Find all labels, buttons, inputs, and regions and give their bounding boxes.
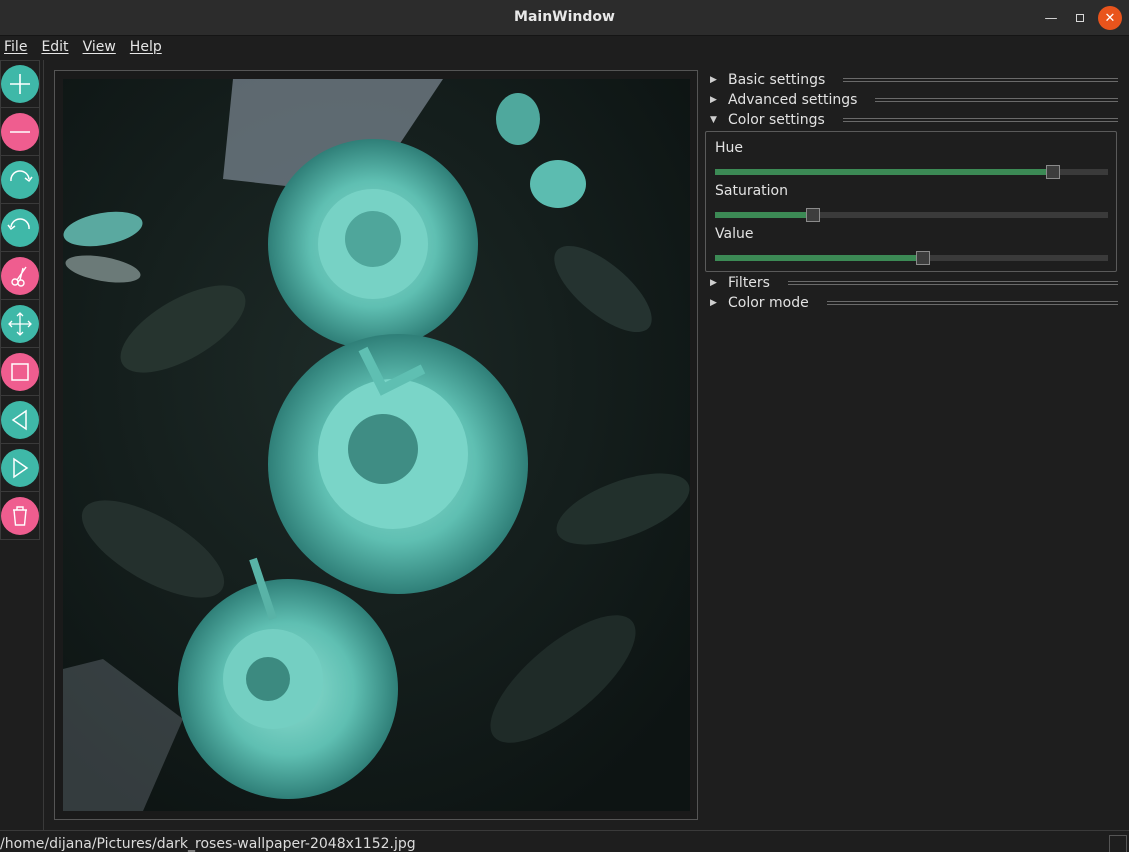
rotate-right-icon <box>1 160 39 199</box>
hue-slider-fill <box>715 169 1053 175</box>
value-slider[interactable] <box>715 251 1108 265</box>
color-settings-label: Color settings <box>728 112 825 128</box>
color-settings-group: Hue Saturation Value <box>705 131 1117 272</box>
triangle-left-icon <box>1 400 39 439</box>
saturation-label: Saturation <box>715 183 788 199</box>
title-bar: MainWindow — ✕ <box>0 0 1129 36</box>
square-icon <box>1 352 39 391</box>
rotate-left-button[interactable] <box>0 204 40 252</box>
maximize-icon <box>1076 14 1084 22</box>
collapsed-arrow-icon: ▶ <box>710 95 717 105</box>
menu-file[interactable]: File <box>4 39 27 55</box>
trash-icon <box>1 496 39 535</box>
value-label: Value <box>715 226 754 242</box>
file-path-status: /home/dijana/Pictures/dark_roses-wallpap… <box>0 836 416 852</box>
rotate-right-button[interactable] <box>0 156 40 204</box>
tool-bar <box>0 60 41 540</box>
maximize-button[interactable] <box>1068 6 1092 30</box>
saturation-slider[interactable] <box>715 208 1108 222</box>
advanced-settings-header[interactable]: ▶ Advanced settings <box>706 90 1118 110</box>
zoom-in-button[interactable] <box>0 60 40 108</box>
toolbar-divider <box>43 60 44 830</box>
triangle-right-icon <box>1 448 39 487</box>
section-divider <box>826 301 1118 305</box>
filters-label: Filters <box>728 275 770 291</box>
plus-icon <box>1 65 39 103</box>
scissors-icon <box>1 256 39 295</box>
section-divider <box>787 281 1118 285</box>
menu-help[interactable]: Help <box>130 39 162 55</box>
hue-slider[interactable] <box>715 165 1108 179</box>
color-mode-header[interactable]: ▶ Color mode <box>706 293 1118 313</box>
saturation-slider-fill <box>715 212 814 218</box>
section-divider <box>875 98 1118 102</box>
menu-view[interactable]: View <box>83 39 116 55</box>
expanded-arrow-icon: ▼ <box>710 115 717 125</box>
rose-image <box>63 79 690 811</box>
saturation-slider-handle[interactable] <box>806 208 821 222</box>
status-bar: /home/dijana/Pictures/dark_roses-wallpap… <box>0 830 1129 852</box>
menu-bar: File Edit View Help <box>0 36 1129 58</box>
next-button[interactable] <box>0 444 40 492</box>
collapsed-arrow-icon: ▶ <box>710 298 717 308</box>
advanced-settings-label: Advanced settings <box>728 92 858 108</box>
minimize-icon: — <box>1044 10 1058 26</box>
minus-icon <box>1 112 39 151</box>
section-divider <box>842 118 1118 122</box>
image-viewer[interactable] <box>54 70 698 820</box>
hue-row: Hue <box>715 140 1108 183</box>
close-icon: ✕ <box>1104 10 1116 26</box>
value-slider-handle[interactable] <box>916 251 931 265</box>
value-row: Value <box>715 226 1108 269</box>
minimize-button[interactable]: — <box>1039 6 1063 30</box>
filters-header[interactable]: ▶ Filters <box>706 273 1118 293</box>
previous-button[interactable] <box>0 396 40 444</box>
select-button[interactable] <box>0 348 40 396</box>
zoom-out-button[interactable] <box>0 108 40 156</box>
collapsed-arrow-icon: ▶ <box>710 278 717 288</box>
settings-panel: ▶ Basic settings ▶ Advanced settings ▼ C… <box>705 70 1118 313</box>
window-title: MainWindow <box>514 9 615 25</box>
saturation-row: Saturation <box>715 183 1108 226</box>
resize-grip[interactable] <box>1109 835 1127 852</box>
section-divider <box>843 78 1118 82</box>
resize-button[interactable] <box>0 300 40 348</box>
delete-button[interactable] <box>0 492 40 540</box>
rotate-left-icon <box>1 208 39 247</box>
crop-button[interactable] <box>0 252 40 300</box>
collapsed-arrow-icon: ▶ <box>710 75 717 85</box>
basic-settings-header[interactable]: ▶ Basic settings <box>706 70 1118 90</box>
close-button[interactable]: ✕ <box>1098 6 1122 30</box>
color-settings-header[interactable]: ▼ Color settings <box>706 110 1118 130</box>
menu-edit[interactable]: Edit <box>41 39 68 55</box>
color-mode-label: Color mode <box>728 295 809 311</box>
basic-settings-label: Basic settings <box>728 72 826 88</box>
value-slider-fill <box>715 255 924 261</box>
hue-label: Hue <box>715 140 744 156</box>
move-arrows-icon <box>1 304 39 343</box>
hue-slider-handle[interactable] <box>1045 165 1060 179</box>
